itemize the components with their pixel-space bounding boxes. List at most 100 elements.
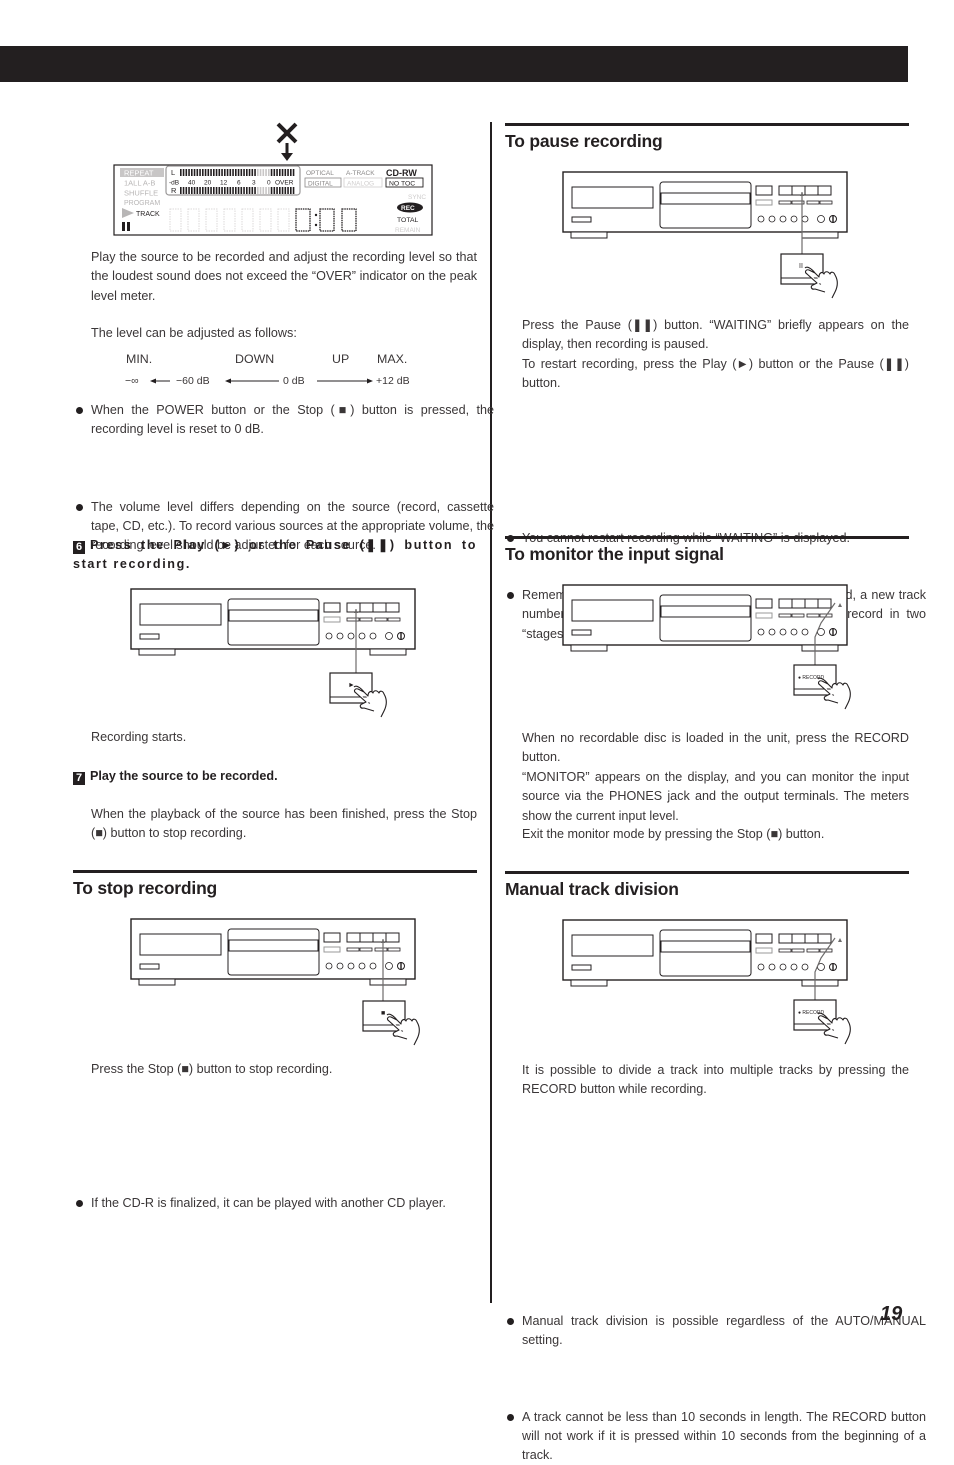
deck-knob <box>358 962 366 970</box>
arrow-right-icon <box>317 378 373 384</box>
meter-bar <box>196 169 199 176</box>
deck-button <box>323 932 341 943</box>
deck-foot <box>138 978 176 986</box>
meter-bar <box>185 187 188 194</box>
transport-button <box>791 598 806 609</box>
meter-bar <box>259 187 262 194</box>
transport-button <box>804 933 819 944</box>
deck-button-small <box>359 947 373 952</box>
deck-display <box>571 186 654 209</box>
deck-button-small <box>387 947 401 952</box>
page-number: 19 <box>880 1303 903 1325</box>
section-rule <box>505 123 909 126</box>
deck-button-small <box>387 617 401 622</box>
meter-bar <box>213 169 215 176</box>
power-button <box>571 964 592 971</box>
meter-bar <box>246 187 248 194</box>
cross-icon <box>276 122 298 144</box>
meter-tick: 12 <box>220 180 228 187</box>
meter-bar <box>235 187 237 194</box>
meter-bar <box>265 187 267 194</box>
meter-bar <box>243 169 245 176</box>
disc-slot <box>228 939 319 952</box>
level-intro: The level can be adjusted as follows: <box>91 326 297 340</box>
button-glyph: II <box>799 263 803 270</box>
meter-tick: 6 <box>237 180 241 187</box>
arrow-down-icon <box>281 143 293 161</box>
deck-foot <box>369 648 407 656</box>
bullet-text: If the CD-R is finalized, it can be play… <box>91 1196 446 1211</box>
meter-bar <box>204 169 207 176</box>
meter-bar <box>193 169 196 176</box>
column-divider <box>490 122 492 1303</box>
program-label: PROGRAM <box>124 200 160 207</box>
colon-dot <box>314 213 318 217</box>
meter-bar <box>210 187 212 194</box>
meter-bar <box>257 169 259 176</box>
monitor-body-2: “MONITOR” appears on the display, and yo… <box>522 770 909 823</box>
deck-foot <box>801 644 839 652</box>
meter-bar <box>270 187 273 194</box>
meter-bar <box>204 187 207 194</box>
meter-bar <box>224 169 226 176</box>
disc-slot <box>660 192 751 205</box>
meter-bar <box>188 187 190 194</box>
cd-recorder-record-illustration: ● RECORD <box>562 584 851 710</box>
disc-slot <box>660 605 751 618</box>
meter-bar <box>248 169 251 176</box>
deck-display <box>571 934 654 957</box>
power-button <box>571 629 592 636</box>
meter-bar <box>221 169 223 176</box>
meter-bar <box>281 169 284 176</box>
pause-body-2: To restart recording, press the Play (►)… <box>522 357 909 391</box>
level-up-label: UP <box>332 352 350 366</box>
bullet-item: A track cannot be less than 10 seconds i… <box>505 1408 926 1465</box>
meter-bar <box>193 187 196 194</box>
meter-bar <box>229 169 232 176</box>
deck-button-small <box>791 613 805 618</box>
deck-knob <box>801 215 809 223</box>
meter-bar <box>232 187 234 194</box>
deck-knob <box>757 215 765 223</box>
meter-bar <box>196 187 199 194</box>
transport-button <box>359 932 374 943</box>
digital-label: DIGITAL <box>308 181 333 188</box>
transport-button <box>804 598 819 609</box>
meter-bar <box>202 169 204 176</box>
disc-type-label: CD-RW <box>386 168 417 178</box>
deck-button-small <box>374 947 388 952</box>
deck-button-small <box>806 200 820 205</box>
deck-knob <box>779 628 787 636</box>
deck-knob <box>801 628 809 636</box>
deck-button-small <box>346 617 360 622</box>
deck-knob <box>385 962 393 970</box>
bullet-icon <box>76 1200 83 1208</box>
meter-bar <box>251 187 254 194</box>
deck-knob <box>757 963 765 971</box>
level-plus-12: +12 dB <box>376 375 410 387</box>
meter-bar <box>259 169 262 176</box>
disc-tray <box>227 928 320 976</box>
meter-bar <box>185 169 188 176</box>
cd-recorder-record-illustration: ● RECORD <box>562 919 851 1045</box>
pause-section-title: To pause recording <box>505 131 663 151</box>
disc-tray <box>659 929 752 977</box>
deck-knob <box>325 632 333 640</box>
bullet-icon <box>507 1317 514 1325</box>
meter-bar <box>182 187 185 194</box>
deck-button <box>755 199 773 206</box>
meter-l-label: L <box>171 168 175 177</box>
meter-bar <box>191 187 193 194</box>
deck-button-small <box>374 617 388 622</box>
arrow-left-icon <box>150 378 170 384</box>
meter-bar <box>224 187 226 194</box>
deck-knob <box>779 963 787 971</box>
meter-bar <box>199 169 201 176</box>
meter-tick: 0 <box>267 180 271 187</box>
deck-button <box>755 933 773 944</box>
step-number-badge: 6 <box>73 541 85 554</box>
header-bar <box>0 46 908 82</box>
shuffle-label: SHUFFLE <box>124 189 158 198</box>
meter-bar <box>180 187 182 194</box>
meter-bar <box>237 169 240 176</box>
